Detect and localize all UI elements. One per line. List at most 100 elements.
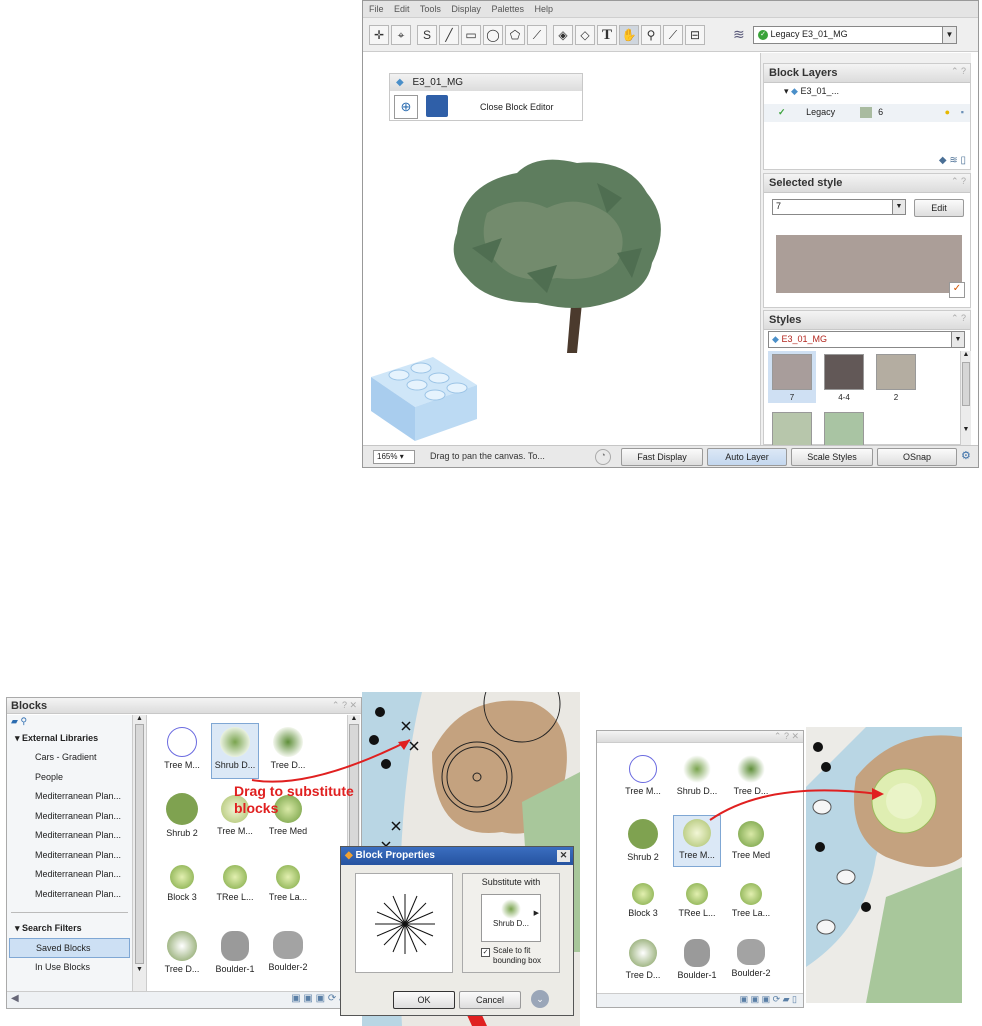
menu-palettes[interactable]: Palettes — [491, 4, 524, 14]
zoom-icon[interactable]: ⚲ — [641, 25, 661, 45]
panel-controls-icon[interactable]: ⌃ ? — [951, 313, 966, 324]
style-swatch-4-4[interactable] — [824, 354, 864, 390]
scroll-down-icon[interactable]: ▼ — [133, 966, 146, 973]
chevron-down-icon[interactable]: ▼ — [942, 27, 956, 43]
block-item[interactable]: Boulder-1 — [211, 931, 259, 974]
style-swatch-5[interactable] — [824, 412, 864, 448]
external-libraries-header[interactable]: ▾ External Libraries — [7, 729, 132, 748]
style-select[interactable]: 7 ▼ — [772, 199, 906, 215]
layer-color-swatch[interactable] — [859, 107, 872, 119]
block-item[interactable]: Shrub 2 — [619, 819, 667, 862]
style-swatch-4[interactable] — [772, 412, 812, 448]
block-item[interactable]: Tree M... — [619, 755, 667, 796]
substitute-picker[interactable]: Shrub D... ▶ — [481, 894, 541, 942]
close-block-editor-button[interactable]: Close Block Editor — [480, 102, 554, 112]
filter-in-use-blocks[interactable]: In Use Blocks — [7, 958, 132, 978]
line-tool-icon[interactable]: ╱ — [439, 25, 459, 45]
gradient-bucket-icon[interactable]: ◇ — [575, 25, 595, 45]
scale-checkbox[interactable]: ✓ — [481, 948, 490, 957]
edit-button[interactable]: Edit — [914, 199, 964, 217]
search-icon[interactable]: ⚲ — [20, 716, 27, 726]
library-item[interactable]: Mediterranean Plan... — [7, 865, 132, 885]
back-arrow-icon[interactable]: ◀ — [11, 993, 19, 1004]
folder-open-icon[interactable]: ▰ — [11, 716, 18, 726]
library-item[interactable]: Mediterranean Plan... — [7, 826, 132, 846]
checkmark-icon[interactable]: ✓ — [949, 282, 965, 298]
gauge-icon[interactable]: ◔ — [595, 449, 611, 465]
style-swatch-7[interactable] — [772, 354, 812, 390]
layers-icon[interactable]: ≋ — [733, 26, 745, 43]
layer-actions-icon[interactable]: ◆ ≋ ▯ — [939, 155, 966, 166]
hand-pan-icon[interactable]: ✋ — [619, 25, 639, 45]
styles-library-select[interactable]: ◆ E3_01_MG ▼ — [768, 331, 965, 348]
menu-tools[interactable]: Tools — [420, 4, 441, 14]
panel-controls-icon[interactable]: ⌃ ? — [951, 66, 966, 77]
canvas[interactable]: ◆ E3_01_MG ⊕ Close Block Editor — [363, 53, 760, 445]
scale-styles-button[interactable]: Scale Styles — [791, 448, 873, 466]
library-scrollbar[interactable]: ▲ ▼ — [133, 715, 147, 991]
expand-icon[interactable]: ⌄ — [531, 990, 549, 1008]
save-icon[interactable] — [426, 95, 448, 117]
scroll-down-icon[interactable]: ▼ — [961, 426, 971, 433]
polygon-tool-icon[interactable]: ⬠ — [505, 25, 525, 45]
target-icon[interactable]: ⊕ — [394, 95, 418, 119]
magnet-icon[interactable]: ⚙ — [961, 449, 971, 462]
fast-display-button[interactable]: Fast Display — [621, 448, 703, 466]
lock-icon[interactable]: ▪ — [961, 107, 964, 117]
brush-icon[interactable]: ⟋ — [663, 25, 683, 45]
block-item[interactable]: Shrub 2 — [158, 793, 206, 838]
menu-display[interactable]: Display — [451, 4, 481, 14]
block-item[interactable]: Boulder-1 — [673, 939, 721, 980]
block-actions-icon[interactable]: ▣ ▣ ▣ ⟳ ▰ ▯ — [740, 994, 797, 1005]
knife-tool-icon[interactable]: ⟋ — [527, 25, 547, 45]
layer-select[interactable]: ✓ Legacy E3_01_MG ▼ — [753, 26, 957, 44]
styles-scrollbar[interactable]: ▲ ▼ — [960, 351, 971, 445]
osnap-button[interactable]: OSnap — [877, 448, 957, 466]
cancel-button[interactable]: Cancel — [459, 991, 521, 1009]
menu-file[interactable]: File — [369, 4, 384, 14]
block-item[interactable]: TRee L... — [211, 865, 259, 902]
layer-parent-row[interactable]: ▾ ◆ E3_01_... — [764, 84, 970, 100]
block-item[interactable]: Tree La... — [727, 883, 775, 918]
block-item[interactable]: Boulder-2 — [264, 931, 312, 972]
layer-row[interactable]: ✓ Legacy 6 ● ▪ — [764, 104, 970, 122]
scroll-up-icon[interactable]: ▲ — [133, 715, 146, 722]
chevron-down-icon[interactable]: ▼ — [892, 200, 905, 214]
collapse-arrow-icon[interactable]: ▾ — [15, 733, 20, 743]
text-tool-icon[interactable]: T — [597, 25, 617, 45]
block-item[interactable]: Block 3 — [158, 865, 206, 902]
library-item[interactable]: Mediterranean Plan... — [7, 846, 132, 866]
rectangle-tool-icon[interactable]: ▭ — [461, 25, 481, 45]
bulb-icon[interactable]: ● — [945, 107, 950, 117]
ok-button[interactable]: OK — [393, 991, 455, 1009]
block-item[interactable]: Tree La... — [264, 865, 312, 902]
ellipse-tool-icon[interactable]: ◯ — [483, 25, 503, 45]
crosshair-icon[interactable]: ✛ — [369, 25, 389, 45]
auto-layer-button[interactable]: Auto Layer — [707, 448, 787, 466]
block-item[interactable]: TRee L... — [673, 883, 721, 918]
library-item[interactable]: Cars - Gradient — [7, 748, 132, 768]
align-icon[interactable]: ⊟ — [685, 25, 705, 45]
style-swatch-2[interactable] — [876, 354, 916, 390]
zoom-select[interactable]: 165% ▾ — [373, 450, 415, 464]
collapse-arrow-icon[interactable]: ▾ — [15, 923, 20, 933]
search-filters-header[interactable]: ▾ Search Filters — [7, 921, 132, 936]
block-item[interactable]: Tree D... — [619, 939, 667, 980]
library-item[interactable]: People — [7, 768, 132, 788]
dropdown-arrow-icon[interactable]: ▶ — [534, 909, 539, 917]
block-item[interactable]: Boulder-2 — [727, 939, 775, 978]
panel-controls-icon[interactable]: ⌃ ? — [951, 176, 966, 187]
scroll-up-icon[interactable]: ▲ — [961, 351, 971, 358]
block-item[interactable]: Tree M... — [158, 727, 206, 770]
expand-arrow-icon[interactable]: ▾ — [784, 86, 789, 96]
close-icon[interactable]: ✕ — [557, 850, 570, 862]
menu-edit[interactable]: Edit — [394, 4, 410, 14]
scroll-thumb[interactable] — [135, 724, 144, 964]
panel-controls-icon[interactable]: ⌃ ? ✕ — [332, 700, 357, 711]
fill-bucket-icon[interactable]: ◈ — [553, 25, 573, 45]
filter-saved-blocks[interactable]: Saved Blocks — [9, 938, 130, 958]
visible-check-icon[interactable]: ✓ — [778, 107, 786, 117]
node-edit-icon[interactable]: ⌖ — [391, 25, 411, 45]
library-item[interactable]: Mediterranean Plan... — [7, 807, 132, 827]
block-item[interactable]: Tree D... — [158, 931, 206, 974]
